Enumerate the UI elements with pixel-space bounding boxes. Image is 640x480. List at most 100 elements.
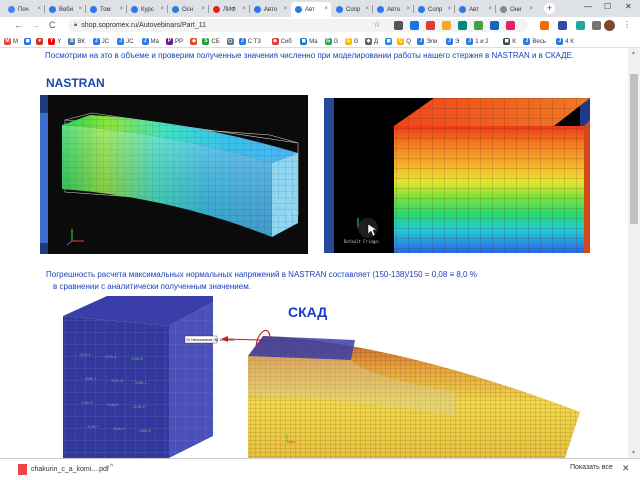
svg-text:1180.2: 1180.2 <box>85 377 97 381</box>
close-tab-icon[interactable]: × <box>529 6 533 12</box>
page-scrollbar[interactable]: ▲ ▼ <box>628 48 640 458</box>
bookmark-item[interactable]: ◆ Сиб <box>271 37 292 46</box>
close-tab-icon[interactable]: × <box>365 6 369 12</box>
extension-icon[interactable] <box>506 21 515 30</box>
bookmark-item[interactable]: QQ <box>397 37 411 46</box>
tab-label: Сопр <box>346 6 361 13</box>
bookmark-favicon-icon: J <box>92 38 100 45</box>
maximize-icon[interactable]: ☐ <box>604 2 611 11</box>
close-download-bar-icon[interactable]: ✕ <box>622 463 630 474</box>
scroll-up-icon[interactable]: ▲ <box>631 50 636 56</box>
back-icon[interactable]: ← <box>14 20 23 30</box>
profile-avatar[interactable] <box>604 20 615 31</box>
menu-kebab-icon[interactable]: ⋮ <box>622 20 632 30</box>
extension-icon[interactable] <box>410 21 419 30</box>
bookmark-item[interactable]: YY <box>48 37 61 46</box>
close-window-icon[interactable]: ✕ <box>625 2 632 11</box>
tab-6[interactable]: Авто × <box>250 2 290 17</box>
chevron-up-icon[interactable]: ^ <box>110 464 113 471</box>
tab-7[interactable]: Авт × <box>291 2 331 17</box>
close-tab-icon[interactable]: × <box>283 6 287 12</box>
bookmark-label: G <box>353 38 359 45</box>
bookmark-item[interactable]: P РР <box>166 37 183 46</box>
bookmark-item[interactable]: J4 К <box>556 37 574 46</box>
bookmark-item[interactable]: J1 и 2 <box>466 37 489 46</box>
svg-text:1120.7: 1120.7 <box>87 425 99 429</box>
close-tab-icon[interactable]: × <box>119 6 123 12</box>
tab-11[interactable]: Авт × <box>455 2 495 17</box>
extension-icon[interactable] <box>442 21 451 30</box>
download-item[interactable]: chakurin_c_a_komi....pdf <box>18 464 109 475</box>
extension-icon[interactable] <box>540 21 549 30</box>
bookmark-item[interactable]: GG <box>344 37 359 46</box>
bookmark-item[interactable]: ◼ <box>24 37 33 46</box>
close-tab-icon[interactable]: × <box>201 6 205 12</box>
bookmark-item[interactable]: GG <box>324 37 338 46</box>
extension-icon[interactable] <box>426 21 435 30</box>
tab-5[interactable]: ЛИФ × <box>209 2 249 17</box>
tab-9[interactable]: Авто × <box>373 2 413 17</box>
bookmark-item[interactable]: ◆ Д <box>365 37 378 46</box>
tab-0[interactable]: Поч × <box>4 2 44 17</box>
bookmark-item[interactable]: J JC <box>92 37 109 46</box>
bookmark-item[interactable]: ◼ Ма <box>300 37 318 46</box>
bookmark-item[interactable]: JС Т3 <box>238 37 261 46</box>
close-tab-icon[interactable]: × <box>37 6 41 12</box>
minimize-icon[interactable]: — <box>584 2 592 11</box>
bookmark-item[interactable]: JЭ <box>446 37 459 46</box>
lock-icon[interactable]: 🔒︎ <box>74 22 77 29</box>
new-tab-button[interactable]: + <box>544 3 555 14</box>
bookmark-item[interactable]: ◼ <box>385 37 394 46</box>
tab-8[interactable]: Сопр × <box>332 2 372 17</box>
svg-text:1190.0: 1190.0 <box>131 357 143 361</box>
svg-text:1100.6: 1100.6 <box>139 429 151 433</box>
bookmark-star-icon[interactable]: ☆ <box>372 20 382 30</box>
tab-3[interactable]: Курс × <box>127 2 167 17</box>
forward-icon[interactable]: → <box>31 20 40 30</box>
scroll-down-icon[interactable]: ▼ <box>631 450 636 456</box>
extension-icon[interactable] <box>458 21 467 30</box>
bookmark-item[interactable]: MМ <box>4 37 18 46</box>
tab-label: Сопр <box>428 6 443 13</box>
svg-text:Default Fringe:: Default Fringe: <box>344 239 380 244</box>
tab-4[interactable]: Осн × <box>168 2 208 17</box>
extension-icon[interactable] <box>592 21 601 30</box>
extension-icon[interactable] <box>558 21 567 30</box>
bookmark-label: ВК <box>77 38 85 45</box>
close-tab-icon[interactable]: × <box>447 6 451 12</box>
tab-label: Курс <box>141 6 154 13</box>
extension-icon[interactable] <box>576 21 585 30</box>
bookmark-favicon-icon: ♥ <box>36 38 44 45</box>
reload-icon[interactable]: C <box>49 20 56 30</box>
show-all-downloads-button[interactable]: Показать все <box>570 464 613 471</box>
bookmark-item[interactable]: J Весь <box>523 37 546 46</box>
close-tab-icon[interactable]: × <box>488 6 492 12</box>
tab-12[interactable]: Они × <box>496 2 536 17</box>
bookmark-item[interactable]: ◻ <box>226 37 236 46</box>
bookmark-item[interactable]: J Ма <box>141 37 159 46</box>
download-filename[interactable]: chakurin_c_a_komi....pdf <box>31 466 109 473</box>
svg-text:1150.5: 1150.5 <box>81 401 93 405</box>
bookmark-item[interactable]: S СБ <box>202 37 220 46</box>
extension-icon[interactable] <box>490 21 499 30</box>
bookmark-item[interactable]: ◼ К <box>503 37 516 46</box>
tab-1[interactable]: Веби × <box>45 2 85 17</box>
url-text[interactable]: shop.sopromex.ru/Autovebinars/Part_11 <box>81 22 206 29</box>
tab-favicon-icon <box>213 6 220 13</box>
tab-10[interactable]: Сопр × <box>414 2 454 17</box>
bookmark-item[interactable]: B ВК <box>68 37 85 46</box>
extension-icon[interactable] <box>474 21 483 30</box>
close-tab-icon[interactable]: × <box>160 6 164 12</box>
bookmark-item[interactable]: J Эли <box>417 37 437 46</box>
close-tab-icon[interactable]: × <box>78 6 82 12</box>
close-tab-icon[interactable]: × <box>324 6 328 12</box>
tab-label: Том <box>100 6 111 13</box>
bookmark-item[interactable]: ◆ <box>190 37 199 46</box>
tab-2[interactable]: Том × <box>86 2 126 17</box>
bookmark-item[interactable]: J JC <box>117 37 134 46</box>
close-tab-icon[interactable]: × <box>242 6 246 12</box>
extension-icon[interactable] <box>394 21 403 30</box>
close-tab-icon[interactable]: × <box>406 6 410 12</box>
scrollbar-thumb[interactable] <box>630 74 638 224</box>
bookmark-item[interactable]: ♥ <box>36 37 45 46</box>
